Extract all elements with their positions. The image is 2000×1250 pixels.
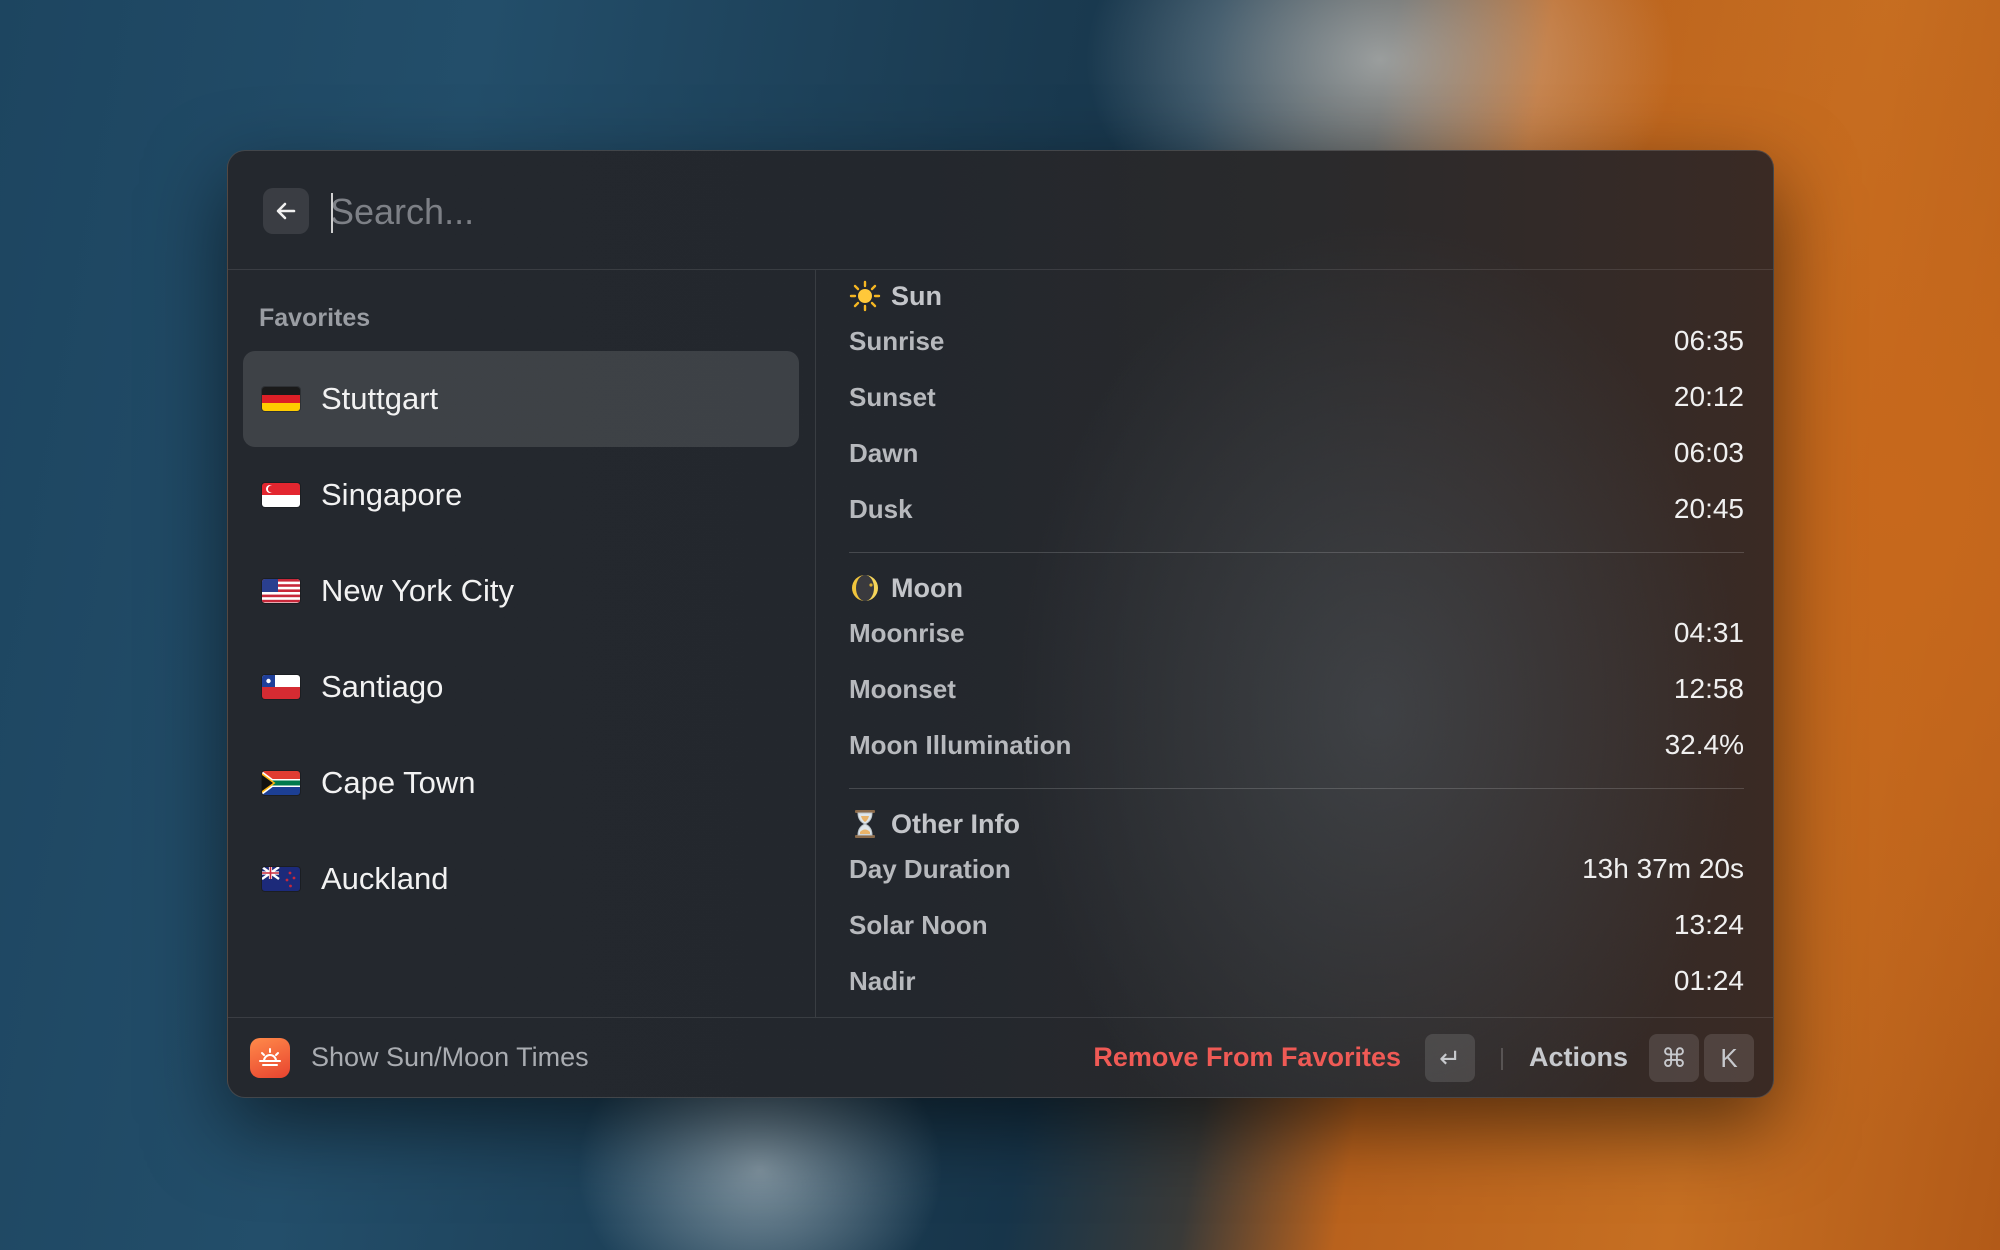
detail-row-day-duration: Day Duration 13h 37m 20s	[849, 849, 1744, 889]
moon-emoji-icon	[852, 575, 878, 601]
section-title-favorites: Favorites	[259, 304, 371, 332]
command-key-hint: ⌘	[1649, 1034, 1699, 1082]
remove-from-favorites-button[interactable]: Remove From Favorites	[1093, 1042, 1401, 1073]
search-bar	[228, 151, 1773, 270]
detail-row-moon-illumination: Moon Illumination 32.4%	[849, 725, 1744, 765]
detail-row-dawn: Dawn 06:03	[849, 433, 1744, 473]
row-label: Sunrise	[849, 325, 945, 356]
detail-row-moonset: Moonset 12:58	[849, 669, 1744, 709]
favorite-label: Santiago	[321, 669, 444, 704]
row-label: Solar Noon	[849, 909, 988, 940]
hourglass-emoji-icon	[855, 810, 875, 838]
section-header-other-info: Other Info	[849, 804, 1020, 844]
row-label: Dusk	[849, 493, 913, 524]
detail-row-sunset: Sunset 20:12	[849, 377, 1744, 417]
section-header-sun: Sun	[849, 276, 942, 316]
favorite-label: Stuttgart	[321, 381, 439, 416]
singapore-flag-icon	[262, 483, 300, 507]
row-value: 04:31	[1673, 617, 1744, 648]
detail-panel: Sun Sunrise 06:35 Sunset 20:12 Dawn 06:0…	[816, 270, 1773, 1017]
favorite-label: New York City	[321, 573, 514, 608]
back-button[interactable]	[263, 188, 309, 234]
row-value: 20:45	[1673, 493, 1744, 524]
detail-row-nadir: Nadir 01:24	[849, 961, 1744, 1001]
row-value: 32.4%	[1664, 729, 1744, 760]
footer-separator	[1501, 1048, 1503, 1070]
section-header-moon: Moon	[849, 568, 963, 608]
text-caret	[331, 193, 333, 233]
command-title: Show Sun/Moon Times	[311, 1042, 589, 1072]
favorite-item-singapore[interactable]: Singapore	[243, 447, 799, 543]
k-key-hint: K	[1704, 1034, 1754, 1082]
row-label: Moon Illumination	[849, 729, 1072, 760]
favorite-item-auckland[interactable]: Auckland	[243, 831, 799, 927]
favorite-label: Cape Town	[321, 765, 476, 800]
south-africa-flag-icon	[262, 771, 300, 795]
detail-row-sunrise: Sunrise 06:35	[849, 321, 1744, 361]
command-palette-window: Favorites Stuttgart Singapore New York C…	[227, 150, 1774, 1098]
detail-row-dusk: Dusk 20:45	[849, 489, 1744, 529]
row-label: Moonrise	[849, 617, 965, 648]
arrow-left-icon	[276, 202, 296, 220]
row-label: Day Duration	[849, 853, 1011, 884]
favorite-label: Singapore	[321, 477, 463, 512]
row-value: 01:24	[1673, 965, 1744, 996]
row-label: Dawn	[849, 437, 919, 468]
row-value: 06:35	[1673, 325, 1744, 356]
sun-emoji-icon	[849, 280, 881, 312]
row-label: Nadir	[849, 965, 916, 996]
enter-key-hint[interactable]: ↵	[1425, 1034, 1475, 1082]
section-divider	[849, 788, 1744, 789]
section-title: Sun	[891, 280, 942, 311]
detail-row-moonrise: Moonrise 04:31	[849, 613, 1744, 653]
actions-button[interactable]: Actions	[1529, 1042, 1628, 1073]
section-divider	[849, 552, 1744, 553]
section-title: Other Info	[891, 808, 1020, 839]
new-zealand-flag-icon	[262, 867, 300, 891]
row-value: 06:03	[1673, 437, 1744, 468]
sunrise-app-icon	[250, 1038, 290, 1078]
chile-flag-icon	[262, 675, 300, 699]
favorite-item-cape-town[interactable]: Cape Town	[243, 735, 799, 831]
row-label: Moonset	[849, 673, 956, 704]
usa-flag-icon	[262, 579, 300, 603]
search-input[interactable]	[328, 181, 1712, 243]
row-value: 13h 37m 20s	[1582, 853, 1744, 884]
detail-row-solar-noon: Solar Noon 13:24	[849, 905, 1744, 945]
favorites-list: Favorites Stuttgart Singapore New York C…	[228, 270, 816, 1017]
favorite-label: Auckland	[321, 861, 449, 896]
favorite-item-santiago[interactable]: Santiago	[243, 639, 799, 735]
row-value: 13:24	[1673, 909, 1744, 940]
favorite-item-new-york-city[interactable]: New York City	[243, 543, 799, 639]
row-value: 12:58	[1673, 673, 1744, 704]
section-title: Moon	[891, 572, 963, 603]
favorite-item-stuttgart[interactable]: Stuttgart	[243, 351, 799, 447]
action-bar: Show Sun/Moon Times Remove From Favorite…	[228, 1017, 1773, 1097]
row-value: 20:12	[1673, 381, 1744, 412]
germany-flag-icon	[262, 387, 300, 411]
row-label: Sunset	[849, 381, 936, 412]
